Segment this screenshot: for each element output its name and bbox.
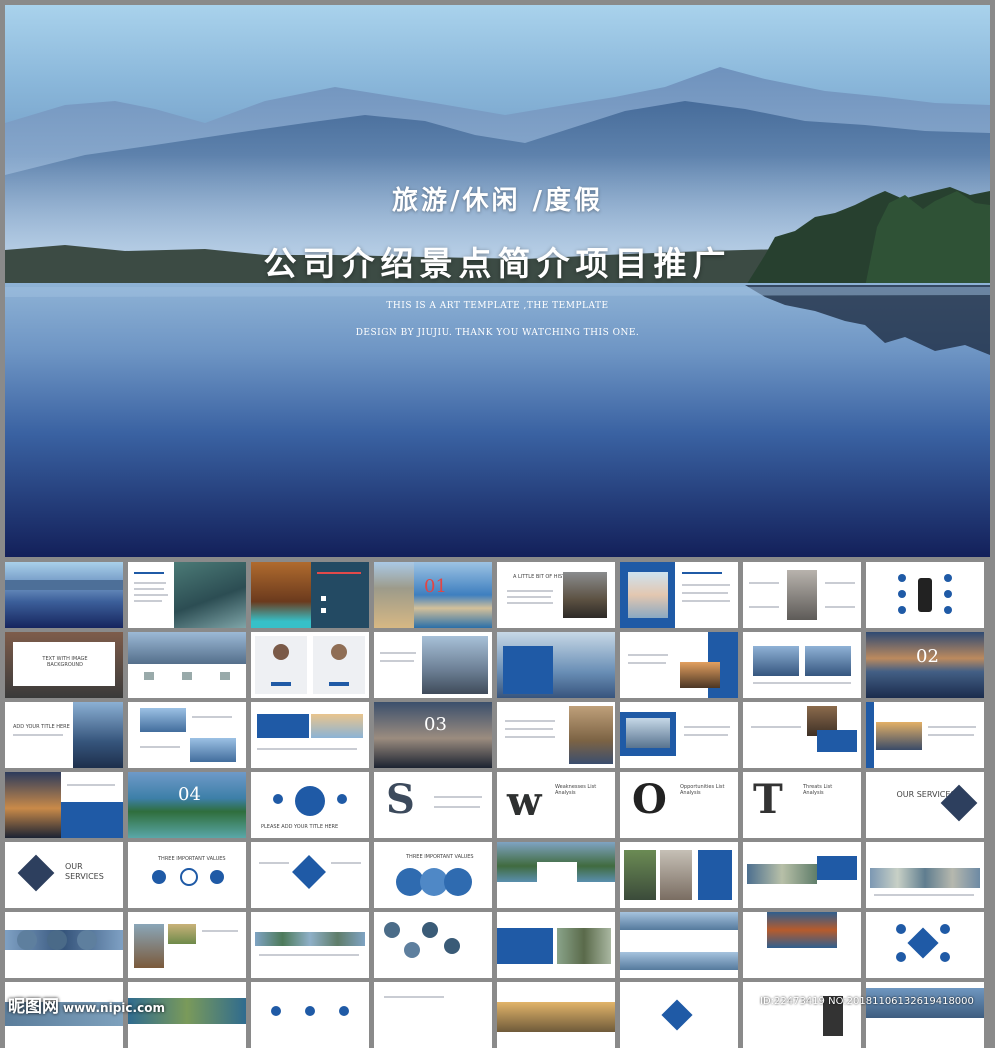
slide-thumbnail[interactable] <box>620 912 738 978</box>
slide-thumbnail[interactable] <box>251 702 369 768</box>
slide-thumbnail[interactable] <box>251 912 369 978</box>
slide-thumbnail[interactable] <box>497 842 615 908</box>
slide-thumbnail[interactable]: 03 <box>374 702 492 768</box>
slide-heading: TEXT WITH IMAGE BACKGROUND <box>42 656 88 668</box>
slide-heading: PLEASE ADD YOUR TITLE HERE <box>261 824 339 830</box>
slide-thumbnail[interactable] <box>128 912 246 978</box>
swot-letter-o: O <box>632 776 667 823</box>
hero-english-line-1: THIS IS A ART TEMPLATE ,THE TEMPLATE <box>386 301 609 311</box>
slide-heading: Weaknesses List Analysis <box>555 784 597 796</box>
watermark-logo: 昵图网 www.nipic.com <box>8 992 165 1017</box>
title-slide-preview: 旅游/休闲 /度假 公司介绍景点简介项目推广 THIS IS A ART TEM… <box>5 5 990 557</box>
slide-thumbnail[interactable] <box>251 842 369 908</box>
slide-thumbnail[interactable] <box>497 912 615 978</box>
swot-letter-w: w <box>507 778 542 825</box>
hero-english-line-2: DESIGN BY JIUJIU. THANK YOU WATCHING THI… <box>355 328 640 338</box>
swot-letter-t: T <box>753 776 783 823</box>
slide-thumbnail[interactable] <box>620 632 738 698</box>
slide-thumbnail[interactable] <box>374 982 492 1048</box>
section-number: 02 <box>916 646 939 667</box>
swot-letter-s: S <box>386 776 415 823</box>
slide-heading: Threats List Analysis <box>803 784 833 796</box>
slide-thumbnail[interactable]: S <box>374 772 492 838</box>
slide-thumbnail[interactable] <box>620 982 738 1048</box>
slide-thumbnail[interactable] <box>620 842 738 908</box>
slide-heading: ADD YOUR TITLE HERE <box>13 724 70 730</box>
slide-thumbnail[interactable] <box>743 632 861 698</box>
slide-thumbnail[interactable]: T Threats List Analysis <box>743 772 861 838</box>
slide-thumbnail[interactable]: O Opportunities List Analysis <box>620 772 738 838</box>
slide-thumbnail[interactable]: THREE IMPORTANT VALUES <box>374 842 492 908</box>
slide-thumbnail[interactable] <box>866 842 984 908</box>
slide-thumbnail[interactable] <box>620 562 738 628</box>
slide-thumbnail[interactable] <box>128 562 246 628</box>
slide-thumbnail[interactable] <box>128 632 246 698</box>
slide-thumbnail[interactable]: 04 <box>128 772 246 838</box>
slide-thumbnail[interactable] <box>497 632 615 698</box>
hero-title: 公司介绍景点简介项目推广 <box>263 244 732 283</box>
slide-thumbnail[interactable]: TEXT WITH IMAGE BACKGROUND <box>5 632 123 698</box>
slide-heading: Opportunities List Analysis <box>680 784 725 796</box>
slide-thumbnail-grid: 01 A LITTLE BIT OF HISTORY TEXT WITH IMA… <box>5 562 990 1048</box>
slide-heading: THREE IMPORTANT VALUES <box>158 856 226 862</box>
section-number: 04 <box>178 784 201 805</box>
slide-thumbnail[interactable]: 02 <box>866 632 984 698</box>
slide-heading: OUR SERVICES <box>65 862 104 881</box>
slide-thumbnail[interactable] <box>374 912 492 978</box>
slide-thumbnail[interactable] <box>251 632 369 698</box>
slide-thumbnail[interactable] <box>620 702 738 768</box>
slide-thumbnail[interactable] <box>374 632 492 698</box>
slide-thumbnail[interactable] <box>743 562 861 628</box>
watermark-id: ID:22473419 NO:20181106132619418000 <box>760 996 974 1007</box>
slide-thumbnail[interactable] <box>5 772 123 838</box>
slide-heading: THREE IMPORTANT VALUES <box>406 854 474 860</box>
slide-thumbnail[interactable]: 01 <box>374 562 492 628</box>
slide-thumbnail[interactable]: THREE IMPORTANT VALUES <box>128 842 246 908</box>
slide-thumbnail[interactable] <box>866 912 984 978</box>
slide-thumbnail[interactable] <box>128 702 246 768</box>
slide-thumbnail[interactable] <box>743 702 861 768</box>
slide-thumbnail[interactable] <box>497 982 615 1048</box>
slide-thumbnail[interactable] <box>251 982 369 1048</box>
watermark-site: www.nipic.com <box>63 1001 165 1015</box>
slide-thumbnail[interactable] <box>866 562 984 628</box>
slide-thumbnail[interactable]: ADD YOUR TITLE HERE <box>5 702 123 768</box>
slide-thumbnail[interactable]: OUR SERVICES <box>866 772 984 838</box>
section-number: 01 <box>424 576 447 597</box>
slide-thumbnail[interactable] <box>251 562 369 628</box>
watermark-logo-text: 昵图网 <box>8 997 59 1017</box>
slide-thumbnail[interactable]: w Weaknesses List Analysis <box>497 772 615 838</box>
slide-thumbnail[interactable] <box>743 912 861 978</box>
slide-thumbnail[interactable] <box>866 702 984 768</box>
slide-thumbnail[interactable] <box>866 982 984 1048</box>
slide-thumbnail[interactable]: OUR SERVICES <box>5 842 123 908</box>
slide-thumbnail[interactable] <box>497 702 615 768</box>
hero-subtitle: 旅游/休闲 /度假 <box>391 186 604 216</box>
section-number: 03 <box>424 714 447 735</box>
slide-thumbnail[interactable]: PLEASE ADD YOUR TITLE HERE <box>251 772 369 838</box>
slide-thumbnail[interactable] <box>5 912 123 978</box>
slide-thumbnail[interactable]: A LITTLE BIT OF HISTORY <box>497 562 615 628</box>
slide-thumbnail[interactable] <box>743 982 861 1048</box>
slide-thumbnail[interactable] <box>743 842 861 908</box>
slide-thumbnail[interactable] <box>5 562 123 628</box>
